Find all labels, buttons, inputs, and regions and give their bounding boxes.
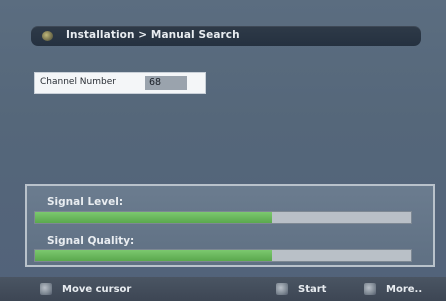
more-button[interactable]: More.. xyxy=(364,281,422,297)
footer-bar: Move cursor Start More.. xyxy=(0,277,446,301)
start-button[interactable]: Start xyxy=(276,281,326,297)
start-label: Start xyxy=(298,283,327,295)
page-title: Installation > Manual Search xyxy=(66,29,240,41)
enter-icon xyxy=(276,283,288,295)
disc-icon xyxy=(42,31,53,41)
tv-screen: Installation > Manual Search Channel Num… xyxy=(0,0,446,301)
channel-number-label: Channel Number xyxy=(40,77,116,87)
title-bar: Installation > Manual Search xyxy=(31,26,421,46)
more-label: More.. xyxy=(386,283,423,295)
signal-quality-bar xyxy=(34,249,412,262)
move-cursor-hint: Move cursor xyxy=(40,281,131,297)
signal-level-label: Signal Level: xyxy=(47,196,124,208)
menu-icon xyxy=(364,283,376,295)
move-cursor-icon xyxy=(40,283,52,295)
signal-quality-label: Signal Quality: xyxy=(47,235,135,247)
signal-level-bar xyxy=(34,211,412,224)
channel-number-field[interactable]: Channel Number 68 xyxy=(34,72,206,94)
channel-number-input[interactable]: 68 xyxy=(145,76,187,90)
signal-level-fill xyxy=(35,212,272,223)
signal-quality-fill xyxy=(35,250,272,261)
move-cursor-label: Move cursor xyxy=(62,283,132,295)
signal-panel: Signal Level: Signal Quality: xyxy=(25,184,435,267)
